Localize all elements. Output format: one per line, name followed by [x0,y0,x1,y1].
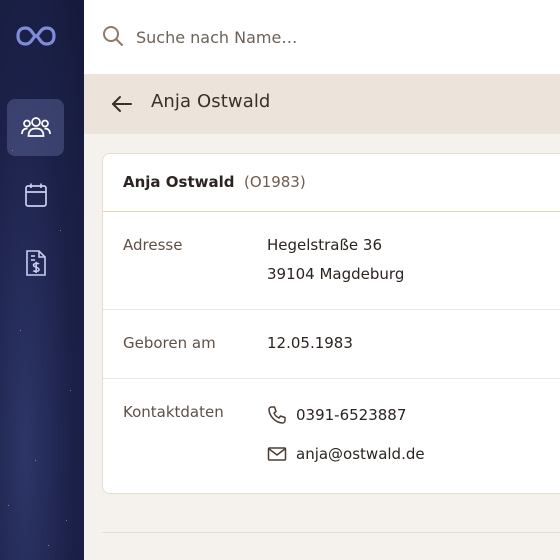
invoice-dollar-icon [25,249,46,276]
search-icon [103,26,123,46]
email-link[interactable]: anja@ostwald.de [296,445,425,463]
row-divider [103,309,560,310]
users-icon [20,116,51,137]
client-id: (O1983) [244,173,306,191]
address-line1: Hegelstraße 36 [267,236,383,254]
address-label: Adresse [123,236,183,254]
address-line2: 39104 Magdeburg [267,265,405,283]
infinity-logo[interactable] [15,22,57,50]
arrow-left-icon[interactable] [110,92,134,116]
sidebar-item-invoices[interactable] [7,234,64,291]
card-header: Anja Ostwald (O1983) [103,154,560,212]
phone-icon [268,406,286,424]
sidebar [0,0,84,560]
section-divider [102,532,560,533]
search-input[interactable] [136,24,536,50]
mail-icon [267,447,287,461]
birthdate-value: 12.05.1983 [267,334,353,352]
client-detail-card: Anja Ostwald (O1983) Adresse Hegelstraße… [102,153,560,494]
birthdate-label: Geboren am [123,334,216,352]
page-title: Anja Ostwald [151,91,271,112]
sidebar-item-calendar[interactable] [7,166,64,223]
contact-label: Kontaktdaten [123,403,224,421]
row-divider [103,378,560,379]
client-name: Anja Ostwald [123,173,235,191]
phone-link[interactable]: 0391-6523887 [296,406,406,424]
sidebar-item-clients[interactable] [7,99,64,156]
calendar-icon [24,183,47,207]
